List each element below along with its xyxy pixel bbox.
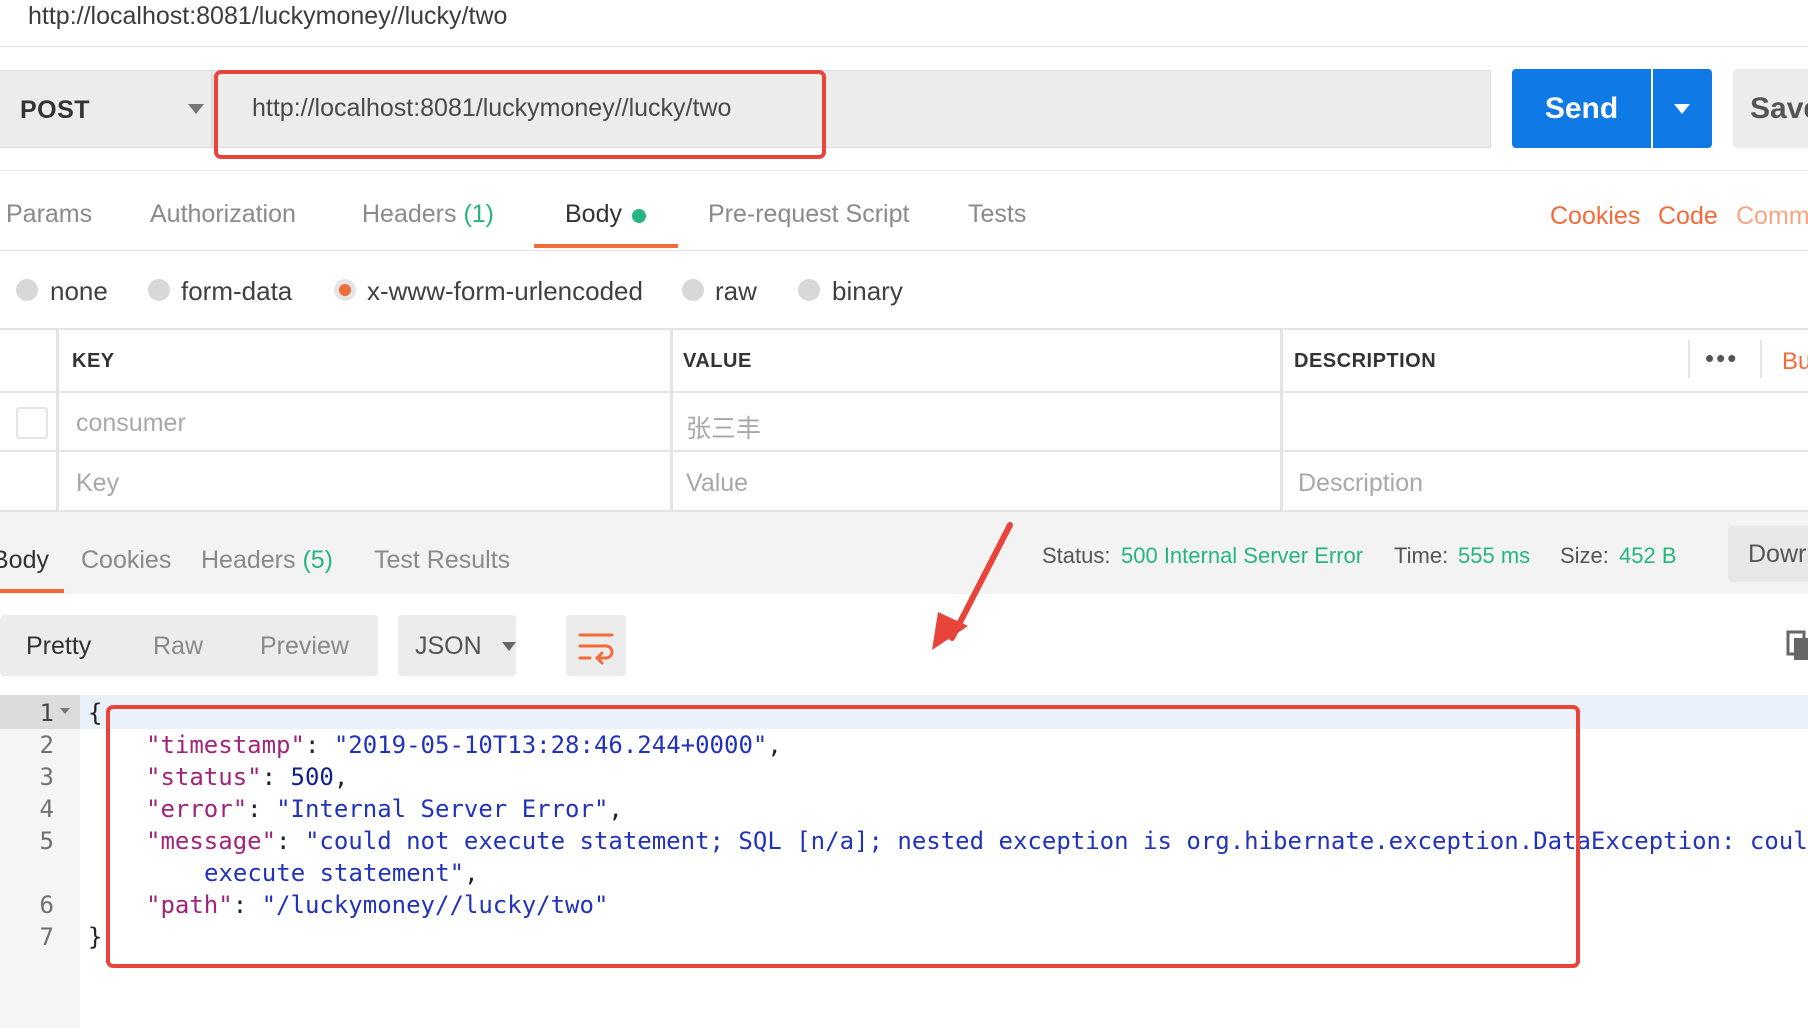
radio-raw[interactable] <box>682 279 704 301</box>
tab-headers-label: Headers <box>362 200 457 228</box>
comments-link[interactable]: Comm <box>1736 202 1808 231</box>
table-border <box>0 450 1808 452</box>
annotation-response-highlight <box>106 705 1580 968</box>
param-key-cell[interactable]: consumer <box>76 409 186 438</box>
save-button[interactable]: Save <box>1733 69 1808 148</box>
line-number: 4 <box>39 795 54 823</box>
method-label[interactable]: POST <box>20 96 90 125</box>
size-label: Size: <box>1560 543 1609 568</box>
column-header-key: KEY <box>72 350 115 372</box>
chevron-down-icon[interactable] <box>188 104 204 114</box>
headers-count: (1) <box>463 200 495 228</box>
column-header-value: VALUE <box>683 350 752 372</box>
radio-binary-label[interactable]: binary <box>832 276 903 307</box>
column-header-description: DESCRIPTION <box>1294 350 1437 372</box>
param-value-cell[interactable]: 张三丰 <box>686 409 761 445</box>
table-border <box>1280 328 1283 510</box>
divider <box>0 250 1808 251</box>
response-tab-body[interactable]: Body <box>0 546 49 575</box>
radio-form-data-label[interactable]: form-data <box>181 276 292 307</box>
response-tab-headers[interactable]: Headers (5) <box>201 546 333 575</box>
divider <box>0 46 1808 47</box>
tab-body[interactable]: Body <box>565 200 622 229</box>
line-number: 3 <box>39 763 54 791</box>
time-value: 555 ms <box>1458 543 1531 568</box>
radio-none[interactable] <box>16 279 38 301</box>
code-link[interactable]: Code <box>1658 202 1718 231</box>
view-preview-button[interactable]: Preview <box>260 632 349 661</box>
radio-urlencoded-label[interactable]: x-www-form-urlencoded <box>367 276 643 307</box>
new-description-placeholder[interactable]: Description <box>1298 469 1423 498</box>
tab-headers[interactable]: Headers (1) <box>362 200 494 229</box>
table-border <box>0 391 1808 393</box>
new-value-placeholder[interactable]: Value <box>686 469 748 498</box>
wrap-lines-button[interactable] <box>566 615 626 676</box>
size-value: 452 B <box>1619 543 1677 568</box>
response-tab-cookies[interactable]: Cookies <box>81 546 171 575</box>
row-checkbox[interactable] <box>16 407 48 439</box>
active-tab-underline <box>0 589 64 593</box>
more-options-icon[interactable]: ••• <box>1705 343 1738 374</box>
send-button[interactable]: Send <box>1512 69 1651 148</box>
response-headers-count: (5) <box>302 546 334 574</box>
wrap-lines-icon <box>578 633 614 665</box>
status-label: Status: <box>1042 543 1111 568</box>
cookies-link[interactable]: Cookies <box>1550 202 1640 231</box>
radio-form-data[interactable] <box>148 279 170 301</box>
format-select-label[interactable]: JSON <box>415 632 482 661</box>
copy-icon[interactable] <box>1786 630 1808 660</box>
radio-none-label[interactable]: none <box>50 276 108 307</box>
view-pretty-button[interactable]: Pretty <box>26 632 91 661</box>
tab-pre-request-script[interactable]: Pre-request Script <box>708 200 909 229</box>
table-border <box>56 328 59 510</box>
line-number: 7 <box>39 923 54 951</box>
table-border <box>1760 340 1762 378</box>
line-number: 6 <box>39 891 54 919</box>
radio-x-www-form-urlencoded[interactable] <box>334 279 356 301</box>
download-button[interactable]: Dowr <box>1728 526 1808 582</box>
window-title: http://localhost:8081/luckymoney//lucky/… <box>28 2 508 30</box>
fold-caret-icon[interactable] <box>60 708 70 714</box>
tab-authorization[interactable]: Authorization <box>150 200 296 229</box>
code-line: } <box>88 923 103 951</box>
time-label: Time: <box>1394 543 1449 568</box>
chevron-down-icon[interactable] <box>1674 104 1690 114</box>
chevron-down-icon[interactable] <box>502 642 516 651</box>
active-tab-underline <box>534 244 678 248</box>
table-border <box>0 328 1808 330</box>
response-tab-headers-label: Headers <box>201 546 296 574</box>
tab-tests[interactable]: Tests <box>968 200 1026 229</box>
status-value: 500 Internal Server Error <box>1121 543 1364 568</box>
table-border <box>670 328 673 510</box>
code-line: { <box>88 699 103 727</box>
radio-binary[interactable] <box>798 279 820 301</box>
bulk-edit-link[interactable]: Bu <box>1782 348 1808 376</box>
divider <box>0 170 1808 171</box>
annotation-url-highlight <box>214 70 826 159</box>
line-number: 2 <box>39 731 54 759</box>
table-border <box>1688 340 1690 378</box>
new-key-placeholder[interactable]: Key <box>76 469 119 498</box>
tab-params[interactable]: Params <box>6 200 92 229</box>
view-raw-button[interactable]: Raw <box>153 632 203 661</box>
body-indicator-dot <box>632 209 646 223</box>
line-number: 1 <box>39 699 54 727</box>
radio-raw-label[interactable]: raw <box>715 276 757 307</box>
response-tab-test-results[interactable]: Test Results <box>374 546 510 575</box>
annotation-arrow-icon <box>932 522 1013 650</box>
line-number: 5 <box>39 827 54 855</box>
